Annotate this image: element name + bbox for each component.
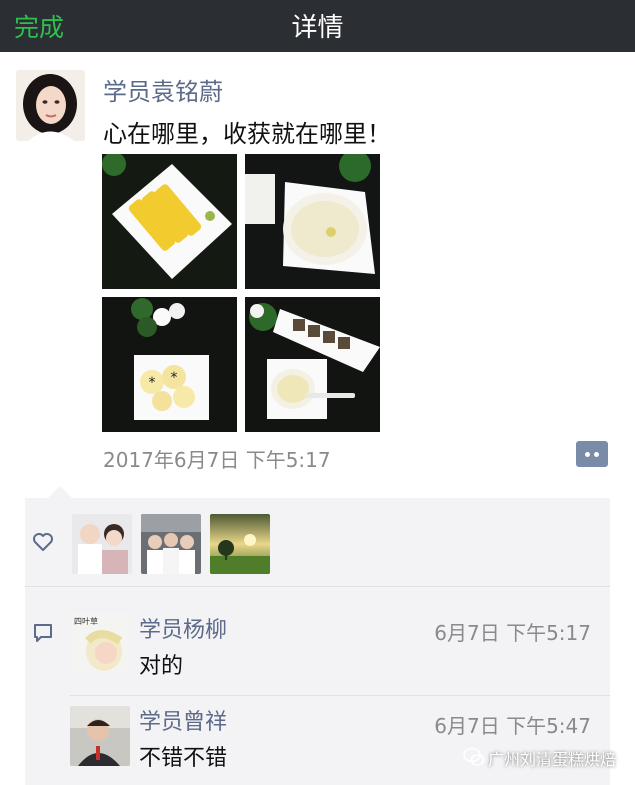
commenter-name[interactable]: 学员杨柳 — [139, 612, 227, 644]
post-photo-2[interactable] — [245, 154, 380, 289]
watermark-text: 广州刘清蛋糕烘焙 — [488, 750, 617, 769]
comment-icon — [34, 624, 52, 642]
comment-time: 6月7日 下午5:17 — [434, 621, 591, 645]
more-options-button[interactable] — [576, 441, 608, 467]
more-dot-icon — [594, 452, 599, 457]
comment-text: 对的 — [139, 654, 184, 679]
heart-icon — [33, 533, 53, 551]
wechat-logo-icon — [463, 747, 485, 766]
page-title: 详情 — [291, 13, 344, 43]
panel-divider — [25, 586, 610, 587]
done-button[interactable]: 完成 — [14, 8, 64, 44]
more-dot-icon — [585, 452, 590, 457]
commenter-avatar[interactable] — [70, 706, 130, 766]
comment-divider — [70, 695, 610, 696]
commenter-avatar[interactable]: 四叶草 — [70, 613, 130, 673]
liker-avatar[interactable] — [210, 514, 270, 574]
author-avatar[interactable] — [16, 70, 85, 141]
panel-pointer — [48, 486, 72, 498]
top-bar: 详情 完成 — [0, 0, 635, 52]
commenter-name[interactable]: 学员曾祥 — [139, 704, 227, 736]
post-photo-3[interactable]: * * — [102, 297, 237, 432]
post-timestamp: 2017年6月7日 下午5:17 — [103, 448, 331, 472]
comment-text: 不错不错 — [139, 746, 228, 771]
svg-text:*: * — [149, 375, 156, 391]
liker-avatar[interactable] — [72, 514, 132, 574]
svg-text:四叶草: 四叶草 — [74, 616, 98, 626]
liker-avatar[interactable] — [141, 514, 201, 574]
svg-text:*: * — [171, 370, 178, 386]
post-text: 心在哪里，收获就在哪里！ — [103, 120, 391, 148]
post-photo-1[interactable] — [102, 154, 237, 289]
post-photo-4[interactable] — [245, 297, 380, 432]
comment-time: 6月7日 下午5:47 — [434, 714, 591, 738]
post-author-name[interactable]: 学员袁铭蔚 — [103, 72, 223, 107]
